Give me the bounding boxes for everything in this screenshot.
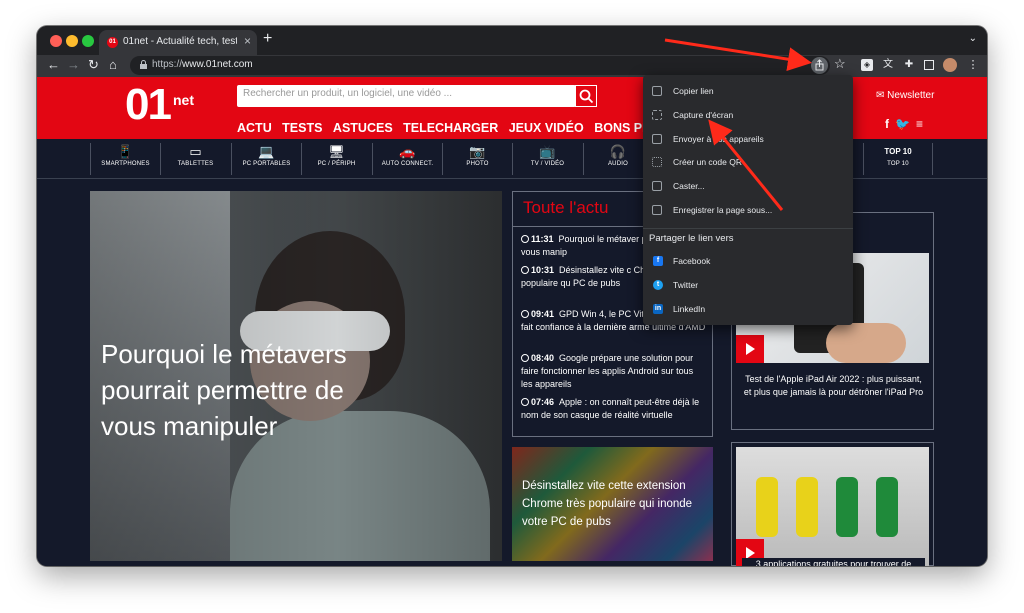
menu-item-tests[interactable]: TESTS — [282, 121, 322, 135]
share-facebook[interactable]: f Facebook — [643, 250, 853, 272]
laptop-icon: 💻 — [258, 144, 275, 159]
video-article-fuel[interactable]: 3 applications gratuites pour trouver de — [731, 442, 934, 566]
browser-toolbar: ← → ↻ ⌂ https://www.01net.com ☆ ◈ 文 ✚ ⋮ — [37, 55, 987, 77]
close-window-button[interactable] — [50, 35, 62, 47]
linkedin-icon: in — [653, 304, 663, 314]
zoom-window-button[interactable] — [82, 35, 94, 47]
category-tv-video[interactable]: 📺 TV / VIDÉO — [512, 143, 582, 175]
minimize-window-button[interactable] — [66, 35, 78, 47]
news-item[interactable]: 08:40 Google prépare une solution pour f… — [521, 352, 707, 391]
profile-avatar[interactable] — [943, 58, 957, 72]
twitter-icon[interactable]: 🐦 — [895, 117, 916, 131]
share-icon — [815, 59, 824, 71]
devices-icon — [652, 134, 662, 144]
share-twitter[interactable]: t Twitter — [643, 274, 853, 296]
menu-item-screenshot[interactable]: Capture d'écran — [643, 104, 853, 126]
promo-article[interactable]: Désinstallez vite cette extension Chrome… — [512, 447, 713, 561]
camera-icon: 📷 — [469, 144, 486, 159]
extensions-puzzle-icon[interactable]: ✚ — [903, 59, 915, 71]
site-logo[interactable]: 01 net — [125, 80, 194, 130]
fuel-pump-thumbnail — [736, 447, 929, 566]
menu-item-save-page[interactable]: Enregistrer la page sous... — [643, 199, 853, 221]
new-tab-button[interactable]: + — [263, 30, 272, 48]
clock-icon — [521, 266, 529, 274]
news-feed-title[interactable]: Toute l'actu — [523, 198, 608, 218]
menu-item-actu[interactable]: ACTU — [237, 121, 272, 135]
promo-title[interactable]: Désinstallez vite cette extension Chrome… — [522, 477, 707, 531]
favicon-icon: 01 — [107, 37, 118, 48]
bitwarden-extension-icon[interactable]: ◈ — [861, 59, 873, 71]
clock-icon — [521, 354, 529, 362]
hero-article[interactable]: Pourquoi le métavers pourrait permettre … — [90, 191, 502, 561]
translate-extension-icon[interactable]: 文 — [882, 59, 894, 71]
hamburger-menu-icon[interactable]: ≡ — [916, 117, 929, 131]
category-pc-periph[interactable]: 🖥 PC / PÉRIPH — [301, 143, 371, 175]
news-item[interactable]: 07:46 Apple : on connaît peut-être déjà … — [521, 396, 707, 432]
play-icon — [746, 343, 755, 355]
site-search-input[interactable] — [243, 88, 563, 99]
car-icon: 🚗 — [399, 144, 416, 159]
newsletter-link[interactable]: ✉ Newsletter — [876, 90, 934, 101]
save-icon — [652, 205, 662, 215]
category-photo[interactable]: 📷 PHOTO — [442, 143, 512, 175]
tab-title: 01net - Actualité tech, tests pr — [123, 36, 237, 47]
share-heading: Partager le lien vers — [649, 233, 734, 244]
clock-icon — [521, 310, 529, 318]
share-linkedin[interactable]: in LinkedIn — [643, 298, 853, 320]
bookmark-star-icon[interactable]: ☆ — [834, 56, 846, 72]
fuel-caption[interactable]: 3 applications gratuites pour trouver de — [742, 558, 925, 566]
menu-item-astuces[interactable]: ASTUCES — [333, 121, 393, 135]
tab-close-icon[interactable]: × — [244, 34, 251, 48]
ipad-caption[interactable]: Test de l'Apple iPad Air 2022 : plus pui… — [742, 373, 925, 399]
menu-item-cast[interactable]: Caster... — [643, 175, 853, 197]
address-bar[interactable]: https://www.01net.com — [130, 56, 830, 75]
url-text: https://www.01net.com — [152, 59, 253, 70]
menu-item-send-to-devices[interactable]: Envoyer à vos appareils — [643, 128, 853, 150]
back-button[interactable]: ← — [47, 58, 60, 72]
top10-icon: TOP 10 — [884, 147, 912, 156]
forward-button[interactable]: → — [67, 58, 80, 72]
screenshot-icon — [652, 110, 662, 120]
headphones-icon: 🎧 — [609, 144, 627, 159]
menu-item-jeux-video[interactable]: JEUX VIDÉO — [509, 121, 584, 135]
lock-icon — [140, 60, 147, 69]
cast-icon — [652, 181, 662, 191]
clock-icon — [521, 398, 529, 406]
home-button[interactable]: ⌂ — [109, 58, 117, 72]
main-menu: ACTU TESTS ASTUCES TELECHARGER JEUX VIDÉ… — [237, 119, 682, 137]
menu-item-telecharger[interactable]: TELECHARGER — [403, 121, 498, 135]
share-menu: Copier lien Capture d'écran Envoyer à vo… — [643, 75, 853, 325]
tab-search-button[interactable]: ⌄ — [969, 33, 977, 44]
category-tablettes[interactable]: ▭ TABLETTES — [160, 143, 230, 175]
category-auto-connect[interactable]: 🚗 AUTO CONNECT. — [372, 143, 442, 175]
menu-item-qr-code[interactable]: Créer un code QR — [643, 151, 853, 173]
tablet-icon: ▭ — [189, 144, 202, 159]
site-search-button[interactable] — [575, 85, 597, 107]
category-pc-portables[interactable]: 💻 PC PORTABLES — [231, 143, 301, 175]
facebook-icon[interactable]: f — [885, 117, 895, 131]
copy-icon — [652, 86, 662, 96]
social-links: f🐦≡ — [885, 117, 929, 131]
smartphone-icon: 📱 — [117, 144, 134, 159]
category-smartphones[interactable]: 📱 SMARTPHONES — [90, 143, 160, 175]
tab-strip: 01 01net - Actualité tech, tests pr × + … — [37, 26, 987, 55]
twitter-icon: t — [653, 280, 663, 290]
facebook-icon: f — [653, 256, 663, 266]
clock-icon — [521, 235, 529, 243]
search-icon — [579, 89, 594, 104]
reload-button[interactable]: ↻ — [88, 58, 99, 72]
qr-icon — [652, 157, 662, 167]
hero-title[interactable]: Pourquoi le métavers pourrait permettre … — [101, 336, 401, 444]
site-search-field[interactable] — [237, 85, 576, 107]
active-tab[interactable]: 01 01net - Actualité tech, tests pr × — [99, 30, 257, 55]
menu-item-copy-link[interactable]: Copier lien — [643, 80, 853, 102]
desktop-icon: 🖥 — [328, 144, 345, 159]
category-top-10[interactable]: TOP 10 TOP 10 — [863, 143, 933, 175]
play-video-button[interactable] — [736, 335, 764, 363]
browser-menu-icon[interactable]: ⋮ — [967, 59, 979, 71]
share-button[interactable] — [811, 57, 828, 74]
tv-icon: 📺 — [539, 144, 556, 159]
side-panel-icon[interactable] — [924, 60, 934, 70]
